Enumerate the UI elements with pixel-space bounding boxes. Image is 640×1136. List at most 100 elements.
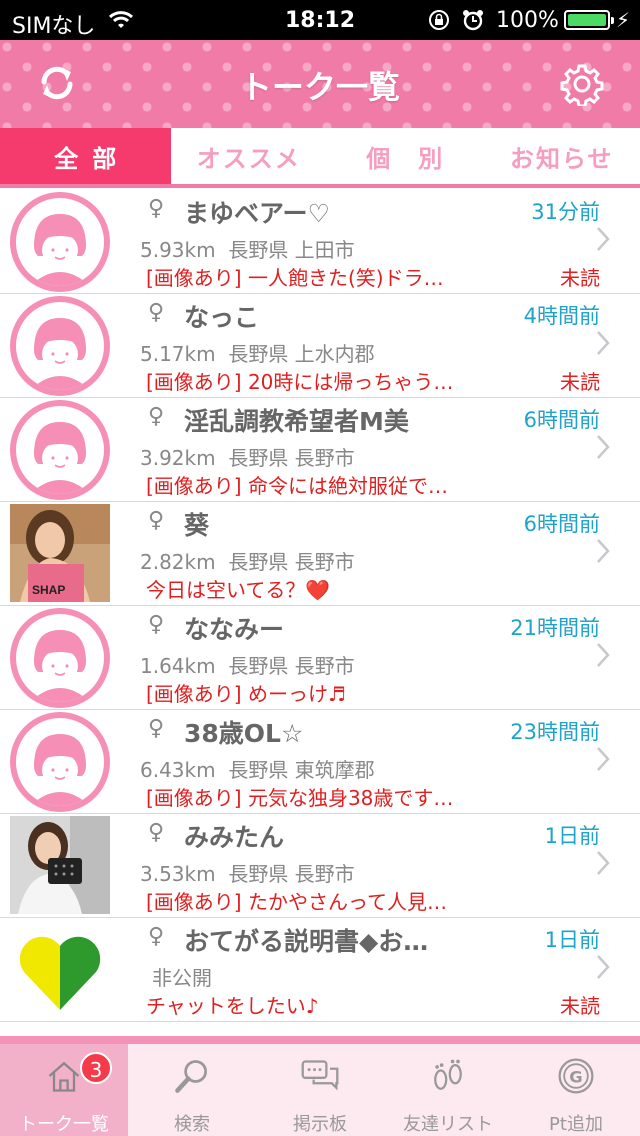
user-name: 38歳OL☆ [184,719,304,748]
chevron-right-icon [597,851,610,875]
tabbar-search[interactable]: 検索 [128,1044,256,1136]
chat-bubbles-icon [301,1060,339,1091]
avatar [10,712,110,812]
time-ago: 23時間前 [510,720,600,744]
user-name: みみたん [184,823,285,852]
time-ago: 6時間前 [523,408,600,432]
distance-location: 3.53km 長野県 長野市 [140,862,355,886]
distance-location: 5.93km 長野県 上田市 [140,238,355,262]
time-ago: 6時間前 [523,512,600,536]
magnifier-icon [175,1060,207,1093]
talk-row[interactable]: ♀ なっこ 4時間前 5.17km 長野県 上水内郡 [画像あり] 20時には帰… [0,294,640,398]
user-photo: SHAP [10,504,110,602]
talk-row[interactable]: SHAP ♀ 葵 6時間前 2.82km 長野県 長野市 今日は空いてる？❤️ [0,502,640,606]
gender-icon: ♀ [148,716,165,741]
message-preview: [画像あり] 命令には絶対服従で… [146,474,448,498]
distance-location: 3.92km 長野県 長野市 [140,446,355,470]
user-name: 淫乱調教希望者M美 [184,407,409,436]
gender-icon: ♀ [148,404,165,429]
chevron-right-icon [597,955,610,979]
charging-icon: ⚡ [616,8,631,32]
default-avatar-icon [30,630,90,702]
talk-row[interactable]: ♀ 淫乱調教希望者M美 6時間前 3.92km 長野県 長野市 [画像あり] 命… [0,398,640,502]
user-name: まゆベアー♡ [184,199,330,228]
default-avatar-icon [30,214,90,286]
alarm-icon [463,10,483,31]
message-preview: [画像あり] たかやさんって人見… [146,890,447,914]
talk-list: ♀ まゆベアー♡ 31分前 5.93km 長野県 上田市 [画像あり] 一人飽き… [0,190,640,1022]
user-name: ななみー [184,615,285,644]
chevron-right-icon [597,747,610,771]
tabbar-friends[interactable]: 友達リスト [384,1044,512,1136]
svg-text:G: G [569,1067,582,1086]
distance-location: 2.82km 長野県 長野市 [140,550,355,574]
battery-icon [564,10,614,30]
house-icon [48,1061,80,1092]
unread-badge: 未読 [560,370,600,394]
tab-individual[interactable]: 個 別 [327,128,484,184]
gender-icon: ♀ [148,820,165,845]
talk-row[interactable]: ♀ みみたん 1日前 3.53km 長野県 長野市 [画像あり] たかやさんって… [0,814,640,918]
gender-icon: ♀ [148,300,165,325]
chevron-right-icon [597,435,610,459]
default-avatar-icon [30,734,90,806]
message-preview: [画像あり] 一人飽きた(笑)ドラ… [146,266,444,290]
tab-all[interactable]: 全部 [0,128,171,184]
svg-text:SHAP: SHAP [32,583,65,597]
talk-row[interactable]: ♀ 38歳OL☆ 23時間前 6.43km 長野県 東筑摩郡 [画像あり] 元気… [0,710,640,814]
talk-row[interactable]: ♀ まゆベアー♡ 31分前 5.93km 長野県 上田市 [画像あり] 一人飽き… [0,190,640,294]
gender-icon: ♀ [148,612,165,637]
message-preview: [画像あり] 元気な独身38歳です… [146,786,454,810]
user-name: 葵 [184,511,210,540]
orientation-lock-icon [429,10,449,30]
message-preview: [画像あり] めーっけ♬ [146,682,346,706]
chevron-right-icon [597,331,610,355]
gear-icon[interactable] [560,62,604,106]
message-preview: [画像あり] 20時には帰っちゃう… [146,370,454,394]
avatar [10,192,110,292]
gender-icon: ♀ [148,196,165,221]
g-coin-icon: G [558,1058,594,1094]
message-preview: チャットをしたい♪ [146,994,319,1018]
status-bar: SIMなし 18:12 100% ⚡ [0,0,640,40]
chevron-right-icon [597,539,610,563]
tab-notices[interactable]: お知らせ [484,128,640,184]
heart-logo-icon [19,936,101,1010]
user-name: おてがる説明書◆お… [184,927,429,956]
default-avatar-icon [30,422,90,494]
gender-icon: ♀ [148,924,165,949]
time-ago: 4時間前 [523,304,600,328]
distance-location: 6.43km 長野県 東筑摩郡 [140,758,375,782]
tabbar-board[interactable]: 掲示板 [256,1044,384,1136]
unread-badge: 未読 [560,994,600,1018]
default-avatar-icon [30,318,90,390]
battery-percent: 100% [496,8,559,33]
time-ago: 31分前 [531,200,600,224]
avatar [10,400,110,500]
time-ago: 1日前 [544,824,600,848]
chevron-right-icon [597,227,610,251]
app-header: トーク一覧 [0,40,640,128]
message-preview: 今日は空いてる？❤️ [146,578,331,602]
footprints-icon [434,1059,462,1090]
time-ago: 21時間前 [510,616,600,640]
avatar [10,296,110,396]
segment-tabs: 全部 オススメ 個 別 お知らせ [0,128,640,188]
time-ago: 1日前 [544,928,600,952]
unread-count-badge: 3 [80,1052,112,1084]
chevron-right-icon [597,643,610,667]
distance-location: 非公開 [152,966,212,990]
gender-icon: ♀ [148,508,165,533]
talk-row[interactable]: ♀ おてがる説明書◆お… 1日前 非公開 チャットをしたい♪ 未読 [0,918,640,1022]
user-photo [10,816,110,914]
unread-badge: 未読 [560,266,600,290]
bottom-tab-bar: 3 トーク一覧 検索 掲示板 友達リスト G Pt追加 [0,1036,640,1136]
avatar [10,608,110,708]
tab-recommended[interactable]: オススメ [171,128,328,184]
tabbar-talk-list[interactable]: 3 トーク一覧 [0,1044,128,1136]
page-title: トーク一覧 [239,68,400,106]
distance-location: 1.64km 長野県 長野市 [140,654,355,678]
talk-row[interactable]: ♀ ななみー 21時間前 1.64km 長野県 長野市 [画像あり] めーっけ♬ [0,606,640,710]
tabbar-add-points[interactable]: G Pt追加 [512,1044,640,1136]
distance-location: 5.17km 長野県 上水内郡 [140,342,375,366]
